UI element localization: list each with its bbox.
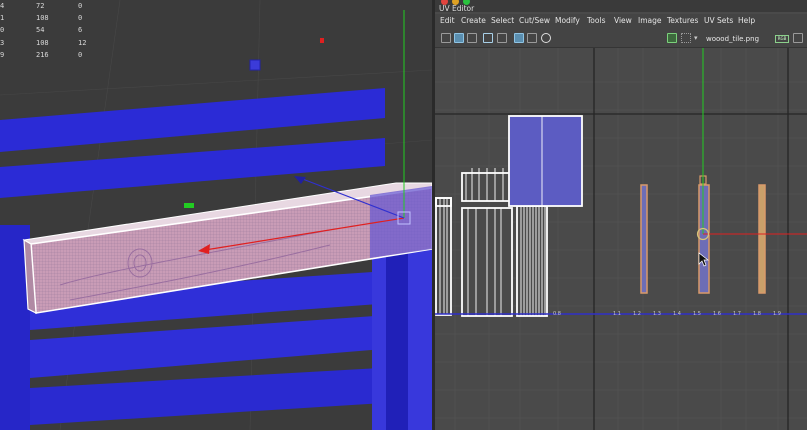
uv-canvas[interactable]: 0.8 1.1 1.2 1.3 1.4 1.5 1.6 1.7 1.8 1.9 — [435, 48, 807, 430]
distort-shader-icon[interactable] — [467, 33, 477, 43]
viewport-3d[interactable]: 4 72 0 1 108 0 0 54 6 3 108 12 9 216 0 — [0, 0, 432, 430]
menu-textures[interactable]: Textures — [667, 16, 698, 25]
uv-shell-selected[interactable] — [758, 184, 766, 294]
uv-shell[interactable] — [508, 115, 583, 207]
hud-row: 9 216 0 — [0, 49, 100, 61]
grid-icon[interactable] — [497, 33, 507, 43]
checker-icon[interactable] — [514, 33, 524, 43]
isolate-select-icon[interactable] — [483, 33, 493, 43]
hud-value: 54 — [36, 26, 45, 35]
hud-value: 0 — [78, 50, 83, 59]
blue-shelf-bottom — [30, 365, 432, 425]
menu-cut-sew[interactable]: Cut/Sew — [519, 16, 550, 25]
hud-row: 4 72 0 — [0, 0, 100, 12]
uv-editor-panel: UV Editor Edit Create Select Cut/Sew Mod… — [435, 0, 807, 430]
uv-shell[interactable] — [435, 197, 452, 316]
hud-value: 4 — [0, 2, 5, 10]
image-display-icon[interactable] — [667, 33, 677, 43]
uv-shell-icon[interactable] — [454, 33, 464, 43]
uv-tick-label: 1.1 — [613, 311, 621, 317]
hud-row: 1 108 0 — [0, 12, 100, 24]
menu-view[interactable]: View — [614, 16, 632, 25]
hud-value: 9 — [0, 50, 5, 59]
uv-tick-label: 1.9 — [773, 311, 781, 317]
menu-help[interactable]: Help — [738, 16, 755, 25]
uv-tick-label: 1.6 — [713, 311, 721, 317]
uv-tick-label: 1.4 — [673, 311, 681, 317]
menu-modify[interactable]: Modify — [555, 16, 580, 25]
uv-grid[interactable] — [435, 48, 807, 430]
uv-tick-label: 1.2 — [633, 311, 641, 317]
dim-image-icon[interactable] — [681, 33, 691, 43]
green-handle[interactable] — [184, 203, 194, 208]
menu-create[interactable]: Create — [461, 16, 486, 25]
uv-tick-label: 1.3 — [653, 311, 661, 317]
hud-value: 108 — [36, 14, 49, 23]
uv-tick-label: 1.7 — [733, 311, 741, 317]
hud-value: 0 — [0, 26, 5, 35]
exposure-icon[interactable] — [793, 33, 803, 43]
uv-tick-label: 1.5 — [693, 311, 701, 317]
shaded-display-icon[interactable] — [541, 33, 551, 43]
hud-value: 3 — [0, 38, 5, 47]
menu-select[interactable]: Select — [491, 16, 514, 25]
chevron-down-icon[interactable]: ▾ — [694, 34, 698, 42]
uv-shell[interactable] — [516, 205, 548, 317]
pixel-snap-icon[interactable] — [527, 33, 537, 43]
hud-value: 72 — [36, 2, 45, 10]
viewport-scene[interactable] — [0, 0, 432, 430]
blue-handle[interactable] — [249, 59, 261, 71]
hud-value: 108 — [36, 38, 49, 47]
hud-row: 0 54 6 — [0, 24, 100, 36]
hud-value: 0 — [78, 2, 83, 10]
uv-toolbar: ▾ woood_tile.png RGB — [435, 30, 807, 48]
red-handle[interactable] — [320, 38, 324, 43]
select-tool-icon[interactable] — [441, 33, 451, 43]
hud-row: 3 108 12 — [0, 37, 100, 49]
hud-value: 0 — [78, 14, 83, 23]
rgb-channel-icon[interactable]: RGB — [775, 35, 789, 43]
hud-value: 1 — [0, 14, 5, 23]
menu-uv-sets[interactable]: UV Sets — [704, 16, 733, 25]
menu-edit[interactable]: Edit — [440, 16, 455, 25]
hud-value: 6 — [78, 26, 83, 35]
uv-editor-titlebar[interactable]: UV Editor — [435, 0, 807, 13]
texture-name[interactable]: woood_tile.png — [706, 35, 759, 43]
uv-tick-label: 0.8 — [553, 311, 561, 317]
poly-count-hud: 4 72 0 1 108 0 0 54 6 3 108 12 9 216 0 — [0, 0, 100, 61]
uv-shell-selected[interactable] — [640, 184, 648, 294]
menu-image[interactable]: Image — [638, 16, 662, 25]
uv-menubar: Edit Create Select Cut/Sew Modify Tools … — [435, 14, 807, 30]
uv-tick-label: 1.8 — [753, 311, 761, 317]
hud-value: 216 — [36, 50, 49, 59]
hud-value: 12 — [78, 38, 87, 47]
window-title: UV Editor — [439, 4, 475, 13]
menu-tools[interactable]: Tools — [587, 16, 605, 25]
